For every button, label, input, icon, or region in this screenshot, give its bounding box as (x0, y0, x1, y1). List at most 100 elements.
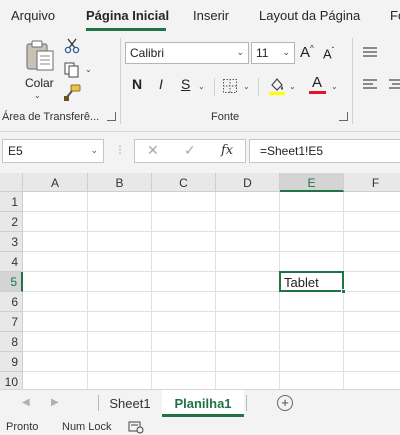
more-options-icon[interactable]: ⋮ (115, 145, 126, 156)
fill-color-icon[interactable] (268, 76, 286, 96)
cell-d9[interactable] (216, 352, 280, 372)
row-header-1[interactable]: 1 (0, 192, 23, 212)
cell-b4[interactable] (88, 252, 152, 272)
cell-b1[interactable] (88, 192, 152, 212)
cell-c3[interactable] (152, 232, 216, 252)
cell-b8[interactable] (88, 332, 152, 352)
cell-e9[interactable] (280, 352, 344, 372)
column-header-a[interactable]: A (23, 173, 88, 192)
cell-a9[interactable] (23, 352, 88, 372)
cell-f9[interactable] (344, 352, 400, 372)
cell-e1[interactable] (280, 192, 344, 212)
column-header-c[interactable]: C (152, 173, 216, 192)
cell-c1[interactable] (152, 192, 216, 212)
cell-f2[interactable] (344, 212, 400, 232)
cell-f5[interactable] (344, 272, 400, 292)
cell-e7[interactable] (280, 312, 344, 332)
column-header-b[interactable]: B (88, 173, 152, 192)
font-color-button[interactable]: A (309, 74, 327, 96)
font-size-select[interactable]: 11 ⌄ (251, 42, 295, 64)
cell-b9[interactable] (88, 352, 152, 372)
font-name-select[interactable]: Calibri ⌄ (125, 42, 249, 64)
borders-dropdown-icon[interactable]: ⌄ (243, 82, 250, 91)
cell-e2[interactable] (280, 212, 344, 232)
name-box[interactable]: E5 ⌄ (2, 139, 104, 163)
row-header-4[interactable]: 4 (0, 252, 23, 272)
row-header-8[interactable]: 8 (0, 332, 23, 352)
cell-f4[interactable] (344, 252, 400, 272)
accessibility-icon[interactable] (128, 420, 144, 434)
column-header-e[interactable]: E (280, 173, 344, 192)
cell-e5[interactable]: Tablet (279, 271, 344, 292)
cell-a4[interactable] (23, 252, 88, 272)
cell-c9[interactable] (152, 352, 216, 372)
cell-e8[interactable] (280, 332, 344, 352)
clipboard-launcher-icon[interactable] (107, 112, 116, 121)
cell-e3[interactable] (280, 232, 344, 252)
cell-c6[interactable] (152, 292, 216, 312)
cell-a5[interactable] (23, 272, 88, 292)
row-header-6[interactable]: 6 (0, 292, 23, 312)
font-color-dropdown-icon[interactable]: ⌄ (331, 82, 338, 91)
column-header-f[interactable]: F (344, 173, 400, 192)
cancel-icon[interactable]: ✕ (147, 142, 159, 159)
format-painter-icon[interactable] (63, 84, 81, 102)
underline-dropdown-icon[interactable]: ⌄ (198, 82, 205, 91)
cell-f6[interactable] (344, 292, 400, 312)
row-header-5[interactable]: 5 (0, 272, 23, 292)
shrink-font-button[interactable]: Aˇ (323, 46, 334, 61)
cell-a8[interactable] (23, 332, 88, 352)
scroll-tabs-right-icon[interactable]: ▶ (51, 397, 59, 408)
cell-f7[interactable] (344, 312, 400, 332)
cell-a6[interactable] (23, 292, 88, 312)
cell-b10[interactable] (88, 372, 152, 389)
align-center-icon[interactable] (388, 78, 400, 92)
paste-dropdown-icon[interactable]: ⌄ (34, 91, 41, 100)
cell-d6[interactable] (216, 292, 280, 312)
bold-button[interactable]: N (132, 76, 142, 92)
copy-icon[interactable] (64, 62, 80, 78)
row-header-10[interactable]: 10 (0, 372, 23, 389)
cell-c7[interactable] (152, 312, 216, 332)
sheet-tab-sheet1[interactable]: Sheet1 (100, 390, 160, 417)
insert-function-button[interactable]: fx (221, 143, 233, 158)
cell-d7[interactable] (216, 312, 280, 332)
cell-d8[interactable] (216, 332, 280, 352)
cell-f10[interactable] (344, 372, 400, 389)
tab-layout-da-pagina[interactable]: Layout da Página (259, 8, 360, 23)
row-header-2[interactable]: 2 (0, 212, 23, 232)
row-header-9[interactable]: 9 (0, 352, 23, 372)
copy-dropdown-icon[interactable]: ⌄ (85, 65, 92, 74)
select-all-button[interactable] (0, 173, 23, 192)
cell-e4[interactable] (280, 252, 344, 272)
cell-a2[interactable] (23, 212, 88, 232)
font-launcher-icon[interactable] (339, 112, 348, 121)
cell-f8[interactable] (344, 332, 400, 352)
cell-b2[interactable] (88, 212, 152, 232)
tab-inserir[interactable]: Inserir (193, 8, 229, 23)
cut-icon[interactable] (64, 38, 80, 54)
add-sheet-button[interactable]: + (277, 395, 293, 411)
cell-b5[interactable] (88, 272, 152, 292)
row-header-7[interactable]: 7 (0, 312, 23, 332)
scroll-tabs-left-icon[interactable]: ◀ (22, 397, 30, 408)
cell-f1[interactable] (344, 192, 400, 212)
cell-d1[interactable] (216, 192, 280, 212)
cell-c10[interactable] (152, 372, 216, 389)
align-top-icon[interactable] (362, 46, 378, 60)
sheet-tab-planilha1[interactable]: Planilha1 (162, 390, 244, 417)
cell-a1[interactable] (23, 192, 88, 212)
align-left-icon[interactable] (362, 78, 378, 92)
cell-a10[interactable] (23, 372, 88, 389)
fill-handle[interactable] (341, 289, 346, 294)
cell-e6[interactable] (280, 292, 344, 312)
cell-d3[interactable] (216, 232, 280, 252)
cell-d10[interactable] (216, 372, 280, 389)
tab-arquivo[interactable]: Arquivo (11, 8, 55, 23)
paste-button[interactable]: Colar ⌄ (22, 36, 58, 100)
grow-font-button[interactable]: A^ (300, 44, 314, 61)
enter-icon[interactable]: ✓ (184, 142, 196, 159)
fill-color-dropdown-icon[interactable]: ⌄ (289, 82, 296, 91)
cell-b6[interactable] (88, 292, 152, 312)
underline-button[interactable]: S (181, 76, 190, 92)
